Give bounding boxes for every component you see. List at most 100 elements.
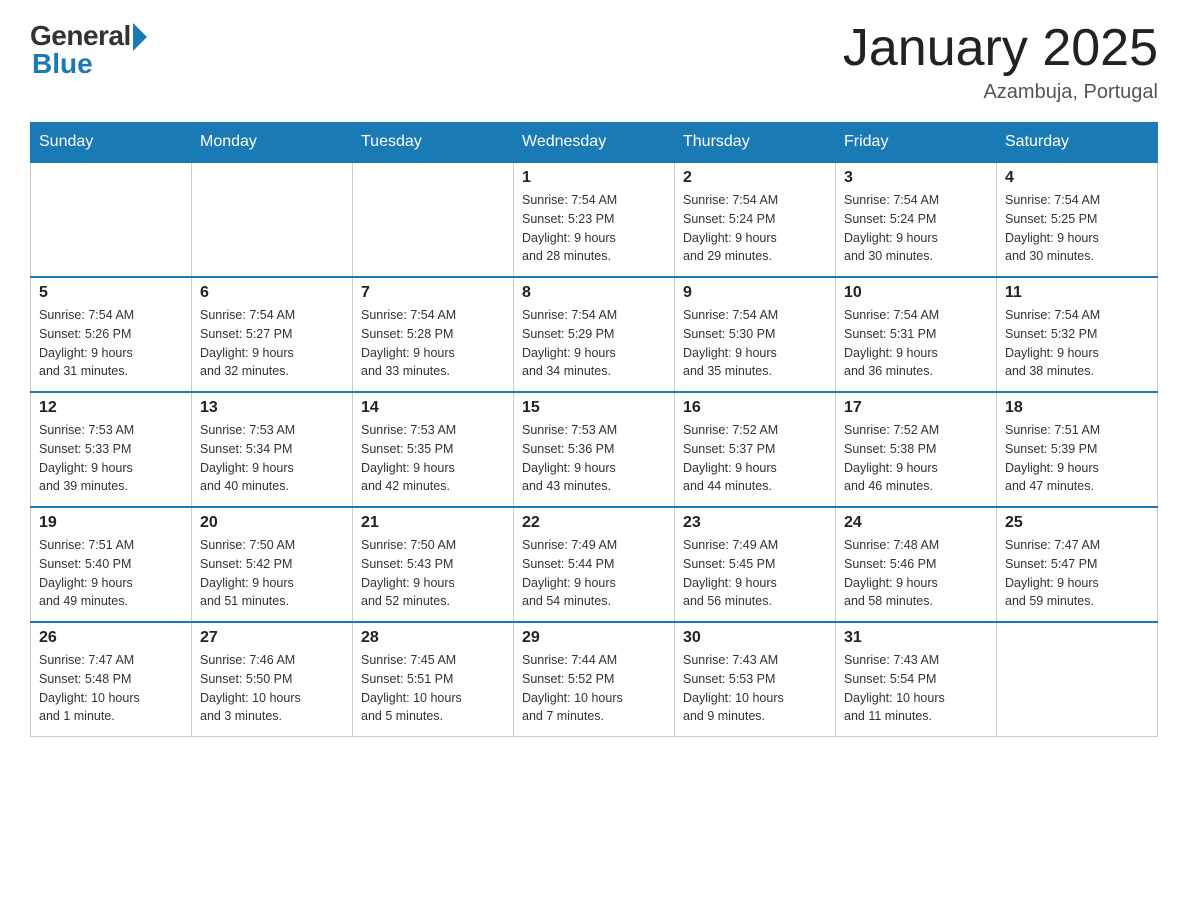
- calendar-cell: 15 Sunrise: 7:53 AM Sunset: 5:36 PM Dayli…: [514, 392, 675, 507]
- day-info: Sunrise: 7:49 AM Sunset: 5:44 PM Dayligh…: [522, 536, 666, 611]
- day-info: Sunrise: 7:53 AM Sunset: 5:35 PM Dayligh…: [361, 421, 505, 496]
- week-row-3: 12 Sunrise: 7:53 AM Sunset: 5:33 PM Dayli…: [31, 392, 1158, 507]
- calendar-cell: 12 Sunrise: 7:53 AM Sunset: 5:33 PM Dayli…: [31, 392, 192, 507]
- day-number: 9: [683, 284, 827, 302]
- week-row-1: 1 Sunrise: 7:54 AM Sunset: 5:23 PM Daylig…: [31, 162, 1158, 277]
- day-info: Sunrise: 7:53 AM Sunset: 5:36 PM Dayligh…: [522, 421, 666, 496]
- header-tuesday: Tuesday: [353, 123, 514, 163]
- calendar-cell: 18Sunrise: 7:51 AM Sunset: 5:39 PM Dayli…: [997, 392, 1158, 507]
- day-info: Sunrise: 7:54 AM Sunset: 5:30 PM Dayligh…: [683, 306, 827, 381]
- day-info: Sunrise: 7:54 AM Sunset: 5:29 PM Dayligh…: [522, 306, 666, 381]
- day-info: Sunrise: 7:54 AM Sunset: 5:32 PM Dayligh…: [1005, 306, 1149, 381]
- day-number: 29: [522, 629, 666, 647]
- calendar-cell: 20 Sunrise: 7:50 AM Sunset: 5:42 PM Dayli…: [192, 507, 353, 622]
- day-info: Sunrise: 7:54 AM Sunset: 5:25 PM Dayligh…: [1005, 191, 1149, 266]
- day-number: 28: [361, 629, 505, 647]
- header-wednesday: Wednesday: [514, 123, 675, 163]
- calendar-cell: 14 Sunrise: 7:53 AM Sunset: 5:35 PM Dayli…: [353, 392, 514, 507]
- day-info: Sunrise: 7:52 AM Sunset: 5:38 PM Dayligh…: [844, 421, 988, 496]
- header-sunday: Sunday: [31, 123, 192, 163]
- header-saturday: Saturday: [997, 123, 1158, 163]
- day-info: Sunrise: 7:50 AM Sunset: 5:42 PM Dayligh…: [200, 536, 344, 611]
- day-number: 3: [844, 169, 988, 187]
- day-number: 15: [522, 399, 666, 417]
- day-number: 23: [683, 514, 827, 532]
- day-info: Sunrise: 7:45 AM Sunset: 5:51 PM Dayligh…: [361, 651, 505, 726]
- calendar-cell: 30Sunrise: 7:43 AM Sunset: 5:53 PM Dayli…: [675, 622, 836, 737]
- calendar-cell: 27 Sunrise: 7:46 AM Sunset: 5:50 PM Dayli…: [192, 622, 353, 737]
- calendar-cell: 16Sunrise: 7:52 AM Sunset: 5:37 PM Dayli…: [675, 392, 836, 507]
- calendar-cell: 24 Sunrise: 7:48 AM Sunset: 5:46 PM Dayli…: [836, 507, 997, 622]
- calendar-cell: 2 Sunrise: 7:54 AM Sunset: 5:24 PM Daylig…: [675, 162, 836, 277]
- page-header: General Blue January 2025 Azambuja, Port…: [30, 20, 1158, 104]
- day-number: 5: [39, 284, 183, 302]
- day-info: Sunrise: 7:54 AM Sunset: 5:24 PM Dayligh…: [683, 191, 827, 266]
- day-info: Sunrise: 7:53 AM Sunset: 5:34 PM Dayligh…: [200, 421, 344, 496]
- day-info: Sunrise: 7:51 AM Sunset: 5:40 PM Dayligh…: [39, 536, 183, 611]
- day-info: Sunrise: 7:54 AM Sunset: 5:27 PM Dayligh…: [200, 306, 344, 381]
- calendar-cell: 8 Sunrise: 7:54 AM Sunset: 5:29 PM Daylig…: [514, 277, 675, 392]
- calendar-cell: 10 Sunrise: 7:54 AM Sunset: 5:31 PM Dayli…: [836, 277, 997, 392]
- day-info: Sunrise: 7:43 AM Sunset: 5:54 PM Dayligh…: [844, 651, 988, 726]
- day-number: 19: [39, 514, 183, 532]
- calendar-cell: 19 Sunrise: 7:51 AM Sunset: 5:40 PM Dayli…: [31, 507, 192, 622]
- day-number: 24: [844, 514, 988, 532]
- day-info: Sunrise: 7:52 AM Sunset: 5:37 PM Dayligh…: [683, 421, 827, 496]
- day-number: 30: [683, 629, 827, 647]
- day-number: 8: [522, 284, 666, 302]
- calendar-cell: 13Sunrise: 7:53 AM Sunset: 5:34 PM Dayli…: [192, 392, 353, 507]
- logo-arrow-icon: [133, 23, 147, 51]
- calendar-cell: 28 Sunrise: 7:45 AM Sunset: 5:51 PM Dayli…: [353, 622, 514, 737]
- calendar-cell: 11 Sunrise: 7:54 AM Sunset: 5:32 PM Dayli…: [997, 277, 1158, 392]
- logo-blue-text: Blue: [32, 48, 93, 80]
- day-info: Sunrise: 7:54 AM Sunset: 5:28 PM Dayligh…: [361, 306, 505, 381]
- day-number: 4: [1005, 169, 1149, 187]
- calendar-cell: [31, 162, 192, 277]
- day-info: Sunrise: 7:44 AM Sunset: 5:52 PM Dayligh…: [522, 651, 666, 726]
- day-info: Sunrise: 7:50 AM Sunset: 5:43 PM Dayligh…: [361, 536, 505, 611]
- day-number: 2: [683, 169, 827, 187]
- day-info: Sunrise: 7:54 AM Sunset: 5:31 PM Dayligh…: [844, 306, 988, 381]
- day-number: 1: [522, 169, 666, 187]
- calendar-cell: 4 Sunrise: 7:54 AM Sunset: 5:25 PM Daylig…: [997, 162, 1158, 277]
- day-info: Sunrise: 7:54 AM Sunset: 5:26 PM Dayligh…: [39, 306, 183, 381]
- day-info: Sunrise: 7:46 AM Sunset: 5:50 PM Dayligh…: [200, 651, 344, 726]
- day-number: 14: [361, 399, 505, 417]
- logo: General Blue: [30, 20, 147, 80]
- header-friday: Friday: [836, 123, 997, 163]
- day-number: 17: [844, 399, 988, 417]
- calendar-cell: 5 Sunrise: 7:54 AM Sunset: 5:26 PM Daylig…: [31, 277, 192, 392]
- day-info: Sunrise: 7:54 AM Sunset: 5:23 PM Dayligh…: [522, 191, 666, 266]
- day-number: 12: [39, 399, 183, 417]
- calendar-header-row: SundayMondayTuesdayWednesdayThursdayFrid…: [31, 123, 1158, 163]
- day-info: Sunrise: 7:54 AM Sunset: 5:24 PM Dayligh…: [844, 191, 988, 266]
- day-number: 10: [844, 284, 988, 302]
- day-info: Sunrise: 7:53 AM Sunset: 5:33 PM Dayligh…: [39, 421, 183, 496]
- day-number: 20: [200, 514, 344, 532]
- calendar-subtitle: Azambuja, Portugal: [843, 81, 1158, 104]
- day-number: 22: [522, 514, 666, 532]
- day-number: 7: [361, 284, 505, 302]
- calendar-cell: 31Sunrise: 7:43 AM Sunset: 5:54 PM Dayli…: [836, 622, 997, 737]
- day-number: 27: [200, 629, 344, 647]
- calendar-cell: 1 Sunrise: 7:54 AM Sunset: 5:23 PM Daylig…: [514, 162, 675, 277]
- header-monday: Monday: [192, 123, 353, 163]
- calendar-cell: 21 Sunrise: 7:50 AM Sunset: 5:43 PM Dayli…: [353, 507, 514, 622]
- day-info: Sunrise: 7:48 AM Sunset: 5:46 PM Dayligh…: [844, 536, 988, 611]
- calendar-cell: 7 Sunrise: 7:54 AM Sunset: 5:28 PM Daylig…: [353, 277, 514, 392]
- calendar-cell: 29 Sunrise: 7:44 AM Sunset: 5:52 PM Dayli…: [514, 622, 675, 737]
- day-info: Sunrise: 7:47 AM Sunset: 5:48 PM Dayligh…: [39, 651, 183, 726]
- day-number: 6: [200, 284, 344, 302]
- week-row-2: 5 Sunrise: 7:54 AM Sunset: 5:26 PM Daylig…: [31, 277, 1158, 392]
- day-info: Sunrise: 7:51 AM Sunset: 5:39 PM Dayligh…: [1005, 421, 1149, 496]
- calendar-cell: 25 Sunrise: 7:47 AM Sunset: 5:47 PM Dayli…: [997, 507, 1158, 622]
- day-number: 11: [1005, 284, 1149, 302]
- day-number: 25: [1005, 514, 1149, 532]
- calendar-cell: 3 Sunrise: 7:54 AM Sunset: 5:24 PM Daylig…: [836, 162, 997, 277]
- day-number: 21: [361, 514, 505, 532]
- calendar-cell: 6 Sunrise: 7:54 AM Sunset: 5:27 PM Daylig…: [192, 277, 353, 392]
- calendar-title: January 2025: [843, 20, 1158, 77]
- day-number: 26: [39, 629, 183, 647]
- calendar-cell: 23Sunrise: 7:49 AM Sunset: 5:45 PM Dayli…: [675, 507, 836, 622]
- day-info: Sunrise: 7:47 AM Sunset: 5:47 PM Dayligh…: [1005, 536, 1149, 611]
